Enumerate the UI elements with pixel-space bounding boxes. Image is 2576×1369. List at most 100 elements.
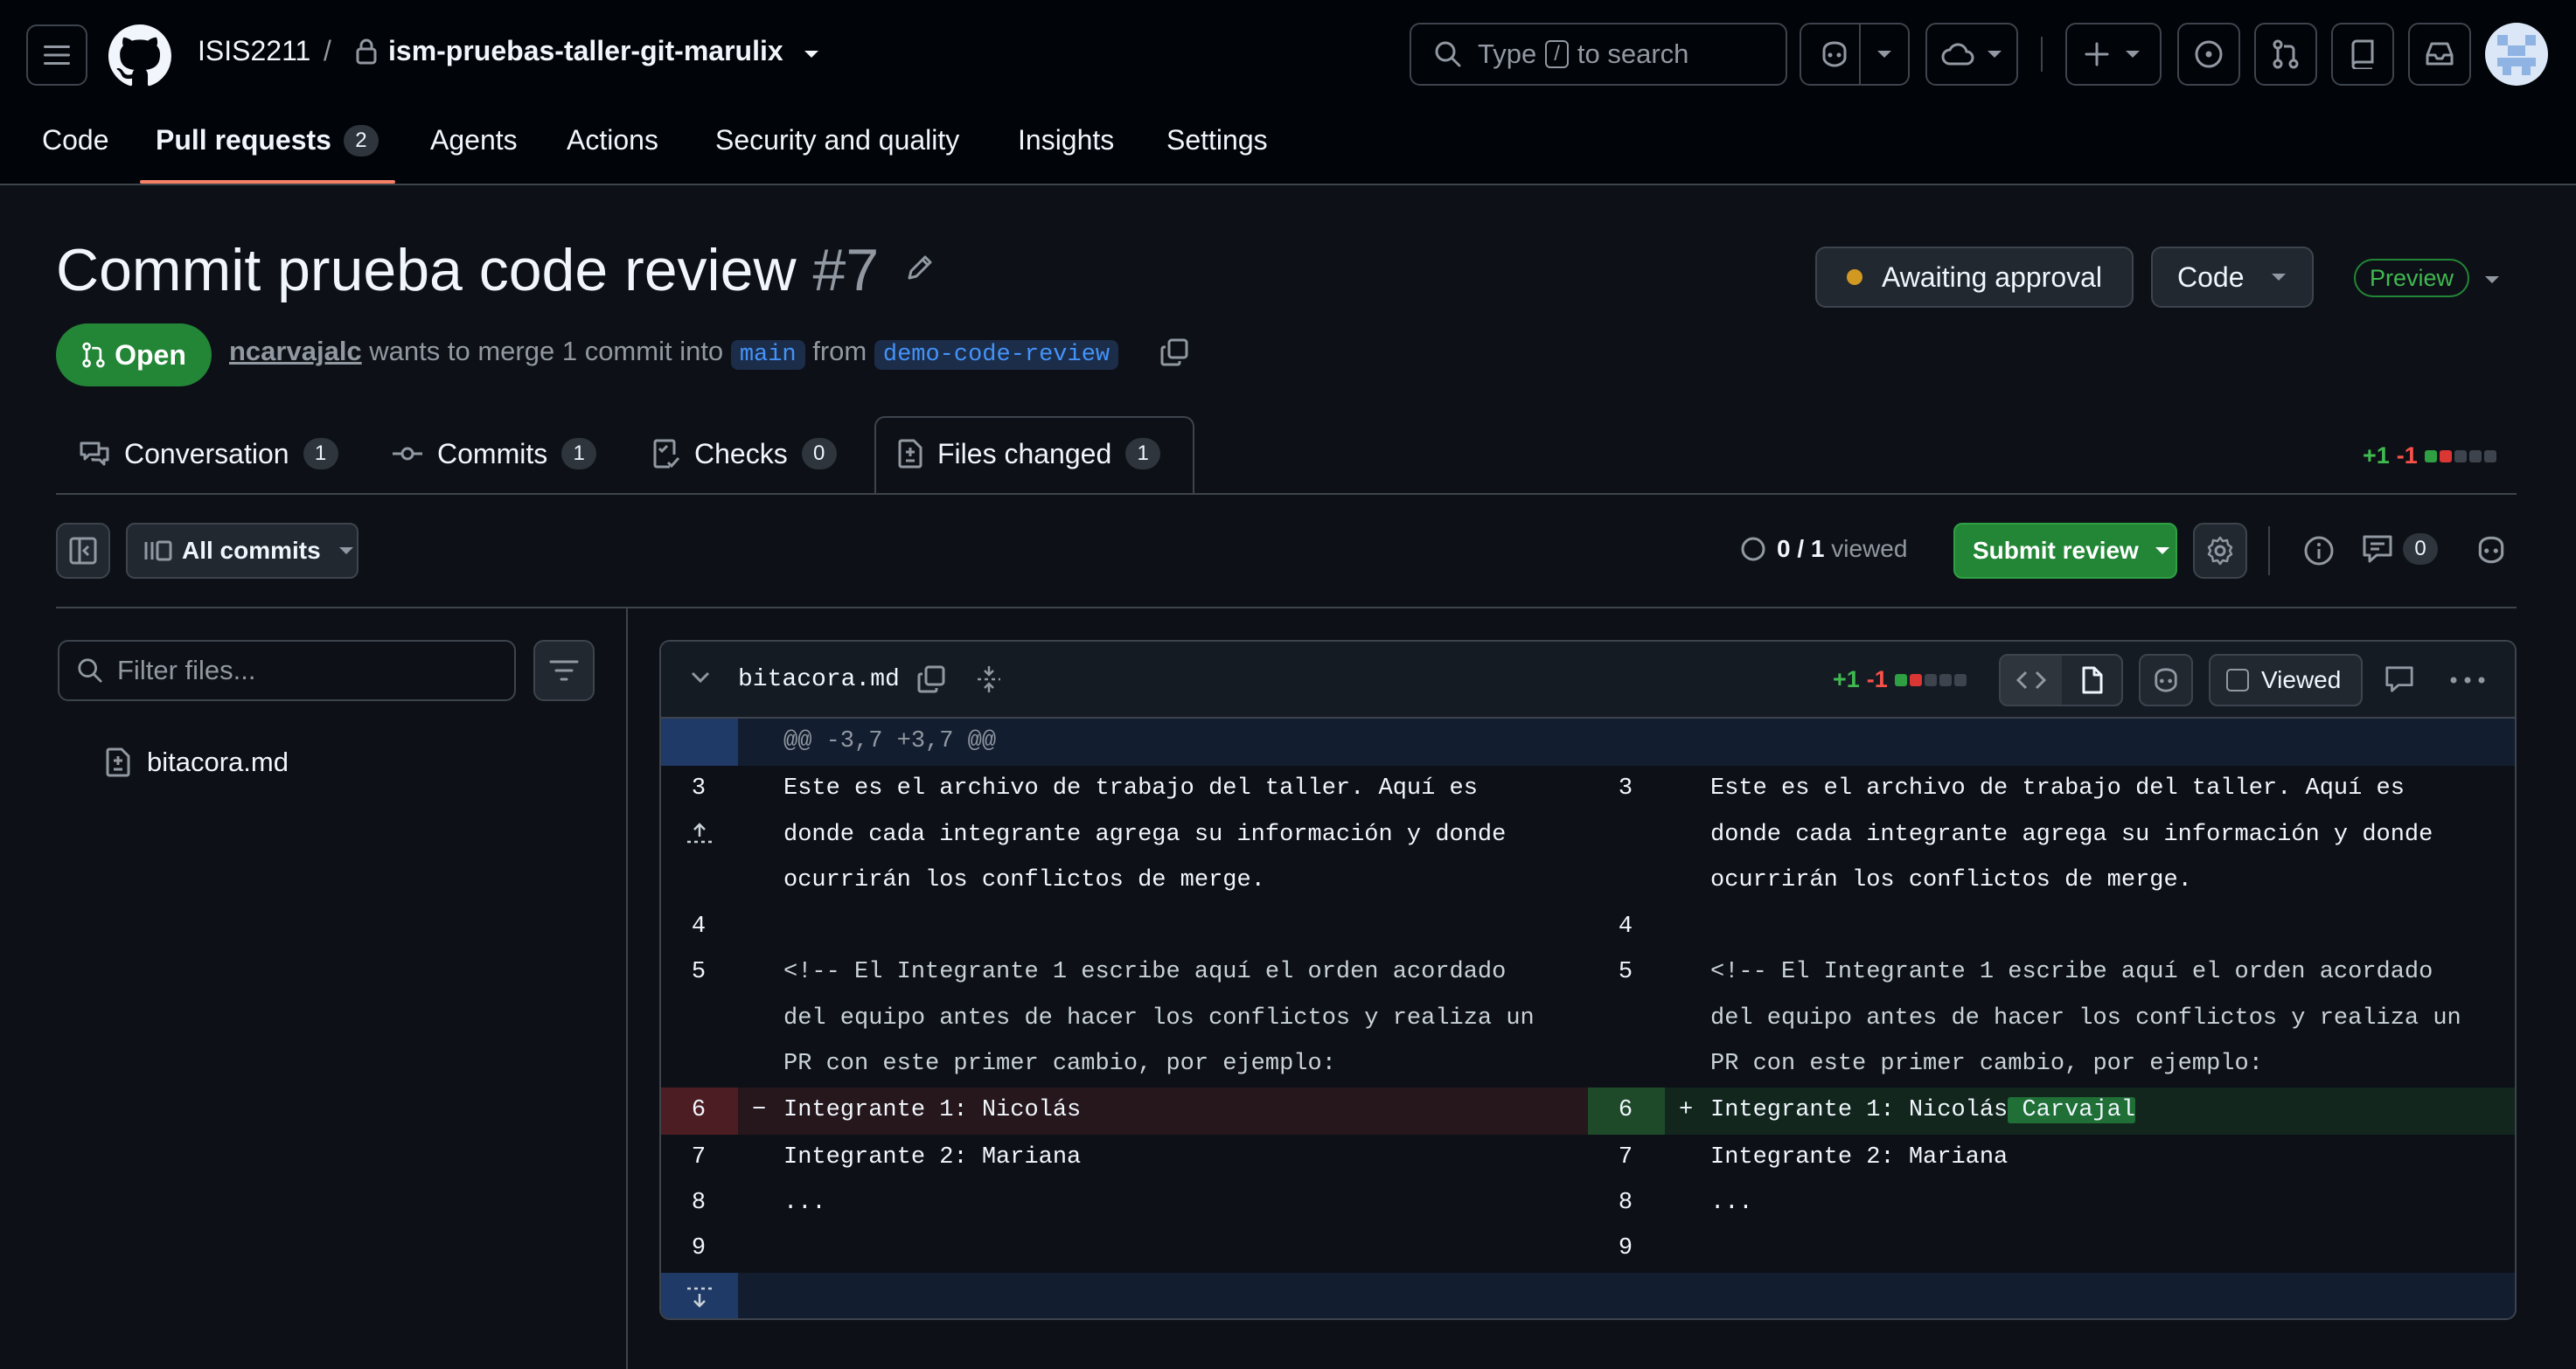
nav-insights[interactable]: Insights [1018, 124, 1114, 156]
edit-title-pencil-icon[interactable] [904, 252, 936, 283]
nav-settings[interactable]: Settings [1166, 124, 1268, 156]
awaiting-approval-button[interactable]: Awaiting approval [1815, 247, 2134, 308]
viewed-checkbox[interactable] [2226, 669, 2249, 691]
pr-state-badge: Open [56, 323, 212, 386]
repo-name-link[interactable]: ism-pruebas-taller-git-marulix [388, 35, 783, 67]
tab-conversation-count: 1 [303, 438, 338, 469]
awaiting-approval-label: Awaiting approval [1882, 261, 2103, 293]
view-toggle-group [1999, 654, 2123, 706]
nav-code[interactable]: Code [42, 124, 109, 156]
issue-opened-icon [2195, 40, 2223, 68]
kebab-menu-icon[interactable] [2450, 677, 2485, 684]
diffstat-blocks [2424, 449, 2496, 462]
file-comment-icon[interactable] [2384, 664, 2415, 694]
file-diff-icon [898, 439, 922, 469]
nav-pull-requests[interactable]: Pull requests 2 [156, 124, 379, 156]
preview-dropdown-chevron-icon[interactable] [2483, 274, 2501, 285]
search-input[interactable]: Type / to search [1410, 23, 1787, 86]
copy-path-icon[interactable] [916, 664, 946, 694]
head-branch-link[interactable]: demo-code-review [874, 340, 1119, 370]
filter-options-button[interactable] [533, 640, 595, 701]
tab-conversation[interactable]: Conversation 1 [79, 414, 338, 493]
pr-author-link[interactable]: ncarvajalc [229, 336, 362, 366]
nav-active-indicator [140, 180, 395, 184]
github-logo-icon[interactable] [108, 24, 171, 87]
tab-checks[interactable]: Checks 0 [652, 414, 837, 493]
submit-review-button[interactable]: Submit review [1953, 523, 2177, 579]
repo-dropdown-chevron-icon[interactable] [803, 49, 820, 59]
left-line-number[interactable]: 9 [661, 1226, 736, 1272]
filter-files-input[interactable]: Filter files... [58, 640, 516, 701]
diff-row: 5 <!-- El Integrante 1 escribe aquí el o… [661, 949, 2515, 1088]
diff-settings-button[interactable] [2193, 523, 2247, 579]
comments-count: 0 [2403, 533, 2438, 565]
base-branch-link[interactable]: main [730, 340, 805, 370]
gear-icon [2207, 536, 2233, 566]
copilot-file-button[interactable] [2139, 654, 2193, 706]
pr-deletions: -1 [2396, 442, 2418, 469]
right-line-number[interactable]: 5 [1588, 949, 1663, 996]
tab-commits[interactable]: Commits 1 [392, 414, 597, 493]
repo-owner-link[interactable]: ISIS2211 [198, 35, 310, 67]
copy-branch-icon[interactable] [1159, 337, 1189, 367]
left-line-number[interactable]: 8 [661, 1180, 736, 1227]
viewed-label: viewed [1831, 535, 1908, 562]
file-tree-item[interactable]: bitacora.md [105, 747, 289, 778]
right-line-number[interactable]: 8 [1588, 1180, 1663, 1227]
avatar[interactable] [2485, 23, 2548, 86]
copilot-icon [1822, 41, 1847, 67]
expand-down-button[interactable] [661, 1273, 738, 1318]
comments-button[interactable]: 0 [2361, 533, 2438, 565]
sidebar-collapse-icon [69, 537, 97, 565]
left-line-number[interactable]: 3 [661, 766, 736, 812]
diff-file-name[interactable]: bitacora.md [738, 666, 900, 693]
left-line-number[interactable]: 4 [661, 904, 736, 950]
menu-button[interactable] [26, 24, 87, 86]
submit-review-label: Submit review [1973, 537, 2139, 564]
repositories-button[interactable] [2331, 23, 2394, 86]
right-line-number[interactable]: 6 [1588, 1088, 1663, 1134]
toolbar-divider-line [56, 607, 2517, 608]
expand-all-icon[interactable] [976, 664, 1002, 694]
right-line-number[interactable]: 7 [1588, 1135, 1663, 1181]
tab-files-changed[interactable]: Files changed 1 [897, 414, 1161, 493]
left-line-number[interactable]: 7 [661, 1135, 736, 1181]
repo-icon [2351, 39, 2374, 69]
source-diff-button[interactable] [2001, 656, 2062, 705]
right-line-code: Este es el archivo de trabajo del taller… [1710, 775, 2433, 894]
nav-agents[interactable]: Agents [430, 124, 518, 156]
left-line-number[interactable]: 5 [661, 949, 736, 996]
create-new-button[interactable] [2065, 23, 2162, 86]
nav-security-and-quality[interactable]: Security and quality [715, 124, 959, 156]
copilot-button[interactable] [1800, 23, 1910, 86]
nav-pull-requests-count: 2 [343, 125, 379, 156]
pull-requests-button[interactable] [2254, 23, 2317, 86]
copilot-review-icon[interactable] [2475, 535, 2508, 565]
all-commits-dropdown[interactable]: All commits [126, 523, 359, 579]
codespaces-button[interactable] [1925, 23, 2018, 86]
page-title: Commit prueba code review #7 [56, 236, 879, 304]
right-line-number[interactable]: 9 [1588, 1226, 1663, 1272]
mark-viewed-checkbox[interactable]: Viewed [2209, 654, 2363, 706]
rich-diff-button[interactable] [2062, 656, 2123, 705]
copilot-dropdown-chevron-icon[interactable] [1876, 50, 1892, 59]
left-line-number[interactable]: 6 [661, 1088, 736, 1134]
issues-button[interactable] [2177, 23, 2240, 86]
collapse-file-chevron-icon[interactable] [691, 671, 710, 684]
search-shortcut-key: / [1545, 40, 1569, 68]
nav-actions[interactable]: Actions [567, 124, 658, 156]
header-divider [2041, 37, 2043, 72]
code-icon [2016, 671, 2046, 690]
toggle-file-tree-button[interactable] [56, 523, 110, 579]
inbox-button[interactable] [2408, 23, 2471, 86]
info-icon[interactable] [2303, 535, 2335, 566]
code-dropdown-button[interactable]: Code [2151, 247, 2314, 308]
file-diff-icon [106, 747, 130, 777]
git-pull-request-icon [82, 342, 105, 368]
expand-up-button[interactable] [661, 719, 738, 844]
right-line-number[interactable]: 3 [1588, 766, 1663, 812]
chevron-down-icon [2271, 274, 2286, 281]
preview-badge[interactable]: Preview [2354, 259, 2470, 297]
file-diff-panel: bitacora.md +1 -1 Viewed @@ -3,7 +3,7 @@… [659, 640, 2517, 1320]
right-line-number[interactable]: 4 [1588, 904, 1663, 950]
